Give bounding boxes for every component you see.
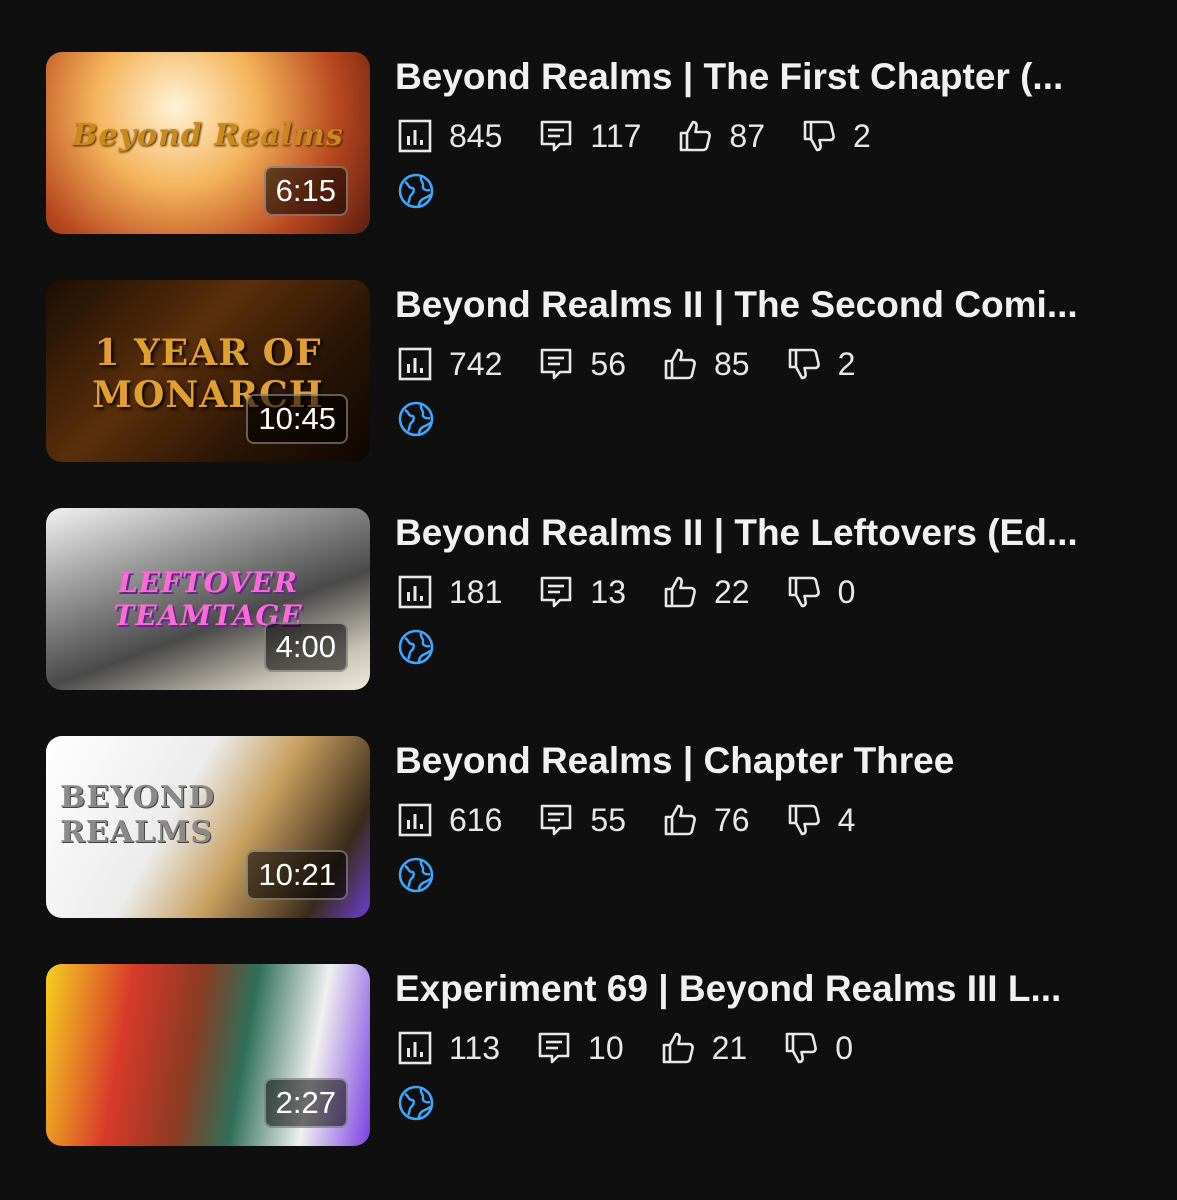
likes-stat: 87 [677, 118, 765, 155]
video-stats: 616 55 76 4 [397, 798, 891, 842]
comments-count: 10 [588, 1029, 624, 1066]
video-row[interactable]: BEYOND REALMS 10:21 Beyond Realms | Chap… [46, 736, 1146, 918]
comments-stat: 56 [538, 346, 626, 383]
thumbnail-text: Beyond Realms [72, 118, 344, 153]
thumbs-down-icon [803, 120, 835, 152]
thumbs-up-icon [680, 120, 712, 152]
views-count: 616 [449, 801, 503, 838]
likes-stat: 21 [660, 1029, 748, 1067]
globe-icon [398, 629, 434, 665]
dislikes-count: 0 [835, 1029, 853, 1066]
video-title[interactable]: Beyond Realms | Chapter Three [395, 738, 1145, 784]
thumbs-down-icon [788, 576, 820, 608]
duration-badge: 4:00 [263, 622, 348, 672]
dislikes-stat: 2 [801, 118, 871, 155]
likes-count: 21 [711, 1029, 748, 1066]
comment-icon [541, 120, 572, 152]
globe-icon [398, 173, 434, 209]
duration-badge: 2:27 [263, 1078, 348, 1128]
video-list: Beyond Realms 6:15 Beyond Realms | The F… [0, 0, 1177, 1200]
dislikes-count: 0 [837, 573, 856, 610]
video-stats: 181 13 22 0 [397, 570, 891, 614]
comment-icon [541, 348, 572, 380]
video-row[interactable]: 2:27 Experiment 69 | Beyond Realms III L… [46, 964, 1146, 1146]
thumbs-down-icon [785, 1032, 818, 1064]
views-stat: 113 [397, 1030, 500, 1067]
views-stat: 616 [397, 802, 502, 839]
globe-icon [398, 401, 434, 437]
views-stat: 845 [397, 118, 502, 155]
comments-count: 117 [590, 117, 642, 154]
likes-count: 87 [729, 117, 765, 154]
video-thumbnail[interactable]: BEYOND REALMS 10:21 [46, 736, 370, 918]
comments-stat: 13 [538, 574, 626, 611]
comments-stat: 55 [538, 802, 626, 839]
dislikes-count: 2 [837, 345, 856, 382]
video-row[interactable]: 1 YEAR OF MONARCH 10:45 Beyond Realms II… [46, 280, 1146, 462]
likes-count: 22 [713, 573, 750, 610]
comments-stat: 117 [538, 118, 641, 155]
dislikes-stat: 2 [786, 345, 856, 383]
video-title[interactable]: Beyond Realms | The First Chapter (... [395, 54, 1145, 100]
comment-icon [538, 1032, 570, 1064]
analytics-icon [398, 575, 432, 609]
likes-count: 85 [713, 345, 750, 382]
video-thumbnail[interactable]: 2:27 [46, 964, 370, 1146]
video-row[interactable]: LEFTOVER TEAMTAGE 4:00 Beyond Realms II … [46, 508, 1146, 690]
video-title[interactable]: Beyond Realms II | The Second Comi... [395, 282, 1145, 328]
views-count: 845 [449, 117, 503, 154]
comments-stat: 10 [536, 1030, 624, 1067]
likes-count: 76 [713, 801, 750, 838]
analytics-icon [398, 119, 432, 153]
views-stat: 742 [397, 346, 502, 383]
thumbs-down-icon [788, 348, 820, 380]
comment-icon [541, 804, 572, 836]
video-title[interactable]: Beyond Realms II | The Leftovers (Ed... [395, 510, 1145, 556]
video-stats: 742 56 85 2 [397, 342, 891, 386]
views-count: 742 [449, 345, 503, 382]
video-thumbnail[interactable]: LEFTOVER TEAMTAGE 4:00 [46, 508, 370, 690]
likes-stat: 85 [662, 346, 750, 383]
globe-icon [398, 1085, 434, 1121]
globe-icon [398, 857, 434, 893]
analytics-icon [398, 347, 432, 381]
dislikes-stat: 0 [783, 1030, 853, 1067]
analytics-icon [398, 803, 432, 837]
thumbs-up-icon [664, 348, 696, 380]
duration-badge: 6:15 [263, 166, 348, 216]
video-thumbnail[interactable]: Beyond Realms 6:15 [46, 52, 370, 234]
likes-stat: 22 [662, 574, 750, 611]
comments-count: 13 [590, 573, 626, 610]
views-stat: 181 [397, 574, 502, 611]
analytics-icon [398, 1031, 432, 1065]
video-title[interactable]: Experiment 69 | Beyond Realms III L... [395, 966, 1145, 1012]
duration-badge: 10:21 [246, 850, 348, 900]
thumbs-up-icon [664, 804, 696, 836]
duration-badge: 10:45 [246, 394, 348, 444]
thumbnail-text: BEYOND REALMS [60, 780, 216, 850]
comments-count: 56 [590, 345, 626, 382]
dislikes-count: 2 [853, 117, 871, 154]
views-count: 181 [449, 573, 503, 610]
video-stats: 113 10 21 0 [397, 1026, 889, 1070]
video-row[interactable]: Beyond Realms 6:15 Beyond Realms | The F… [46, 52, 1146, 234]
dislikes-stat: 0 [786, 573, 856, 611]
video-thumbnail[interactable]: 1 YEAR OF MONARCH 10:45 [46, 280, 370, 462]
comments-count: 55 [590, 801, 626, 838]
likes-stat: 76 [662, 802, 750, 839]
dislikes-count: 4 [837, 801, 856, 838]
thumbs-down-icon [788, 804, 820, 836]
video-stats: 845 117 87 2 [397, 114, 907, 158]
thumbs-up-icon [662, 1032, 694, 1064]
dislikes-stat: 4 [786, 801, 856, 839]
thumbs-up-icon [664, 576, 696, 608]
views-count: 113 [449, 1029, 501, 1066]
comment-icon [541, 576, 572, 608]
